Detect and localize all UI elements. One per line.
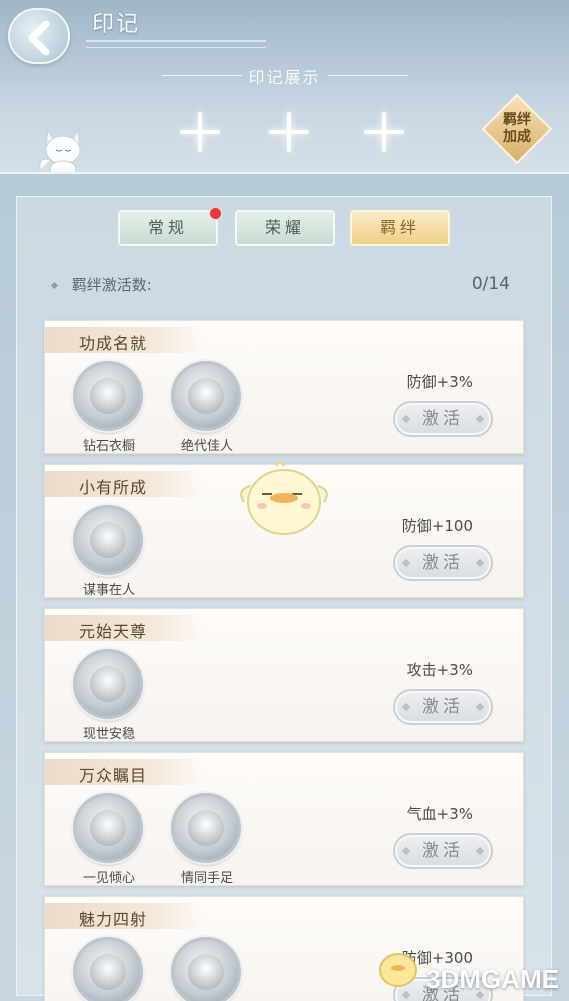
rose-badge-icon <box>171 937 241 1001</box>
card-header: 万众瞩目 <box>45 759 205 785</box>
divider-right <box>328 75 408 76</box>
bond-card-4: 万众瞩目 一见倾心 情同手足 气血+3% 激活 <box>44 752 524 886</box>
card-title: 小有所成 <box>79 478 148 497</box>
badge-name: 钻石衣橱 <box>82 439 135 454</box>
bond-stat: 气血+3% <box>406 805 473 823</box>
card-title: 魅力四射 <box>79 910 148 929</box>
badge-name: 谋事在人 <box>82 583 135 598</box>
watermark-logo: 3DMGAME <box>426 964 559 994</box>
activate-button[interactable]: 激活 <box>393 401 493 437</box>
bond-stat: 防御+100 <box>401 517 473 535</box>
badge-name: 情同手足 <box>180 871 233 886</box>
card-header: 元始天尊 <box>45 615 205 641</box>
tab-regular[interactable]: 常规 <box>118 207 222 246</box>
activation-count-row: 羁绊激活数: 0/14 <box>50 274 512 300</box>
badge-name: 一见倾心 <box>82 871 135 886</box>
display-label: 印记展示 <box>248 68 321 87</box>
strategy-badge-icon <box>73 505 143 575</box>
badge-item[interactable]: 钻石衣橱 <box>73 361 145 454</box>
wardrobe-badge-icon <box>73 361 143 431</box>
add-slot-3-button[interactable] <box>362 110 406 154</box>
back-arrow-icon <box>28 20 50 56</box>
beauty-badge-icon <box>171 361 241 431</box>
title-underline <box>86 40 266 48</box>
back-button[interactable] <box>8 8 70 64</box>
tab-bond-label: 羁绊 <box>379 218 420 237</box>
add-slot-1-button[interactable] <box>178 110 222 154</box>
badge-item[interactable]: 谋事在人 <box>73 505 145 598</box>
activation-count-label: 羁绊激活数: <box>71 276 152 294</box>
badge-item[interactable]: 绝代佳人 <box>171 361 243 454</box>
card-title: 万众瞩目 <box>79 766 148 785</box>
bond-card-1: 功成名就 钻石衣橱 绝代佳人 防御+3% 激活 <box>44 320 524 454</box>
bullet-icon <box>50 281 59 290</box>
card-title: 元始天尊 <box>79 622 148 641</box>
activate-button[interactable]: 激活 <box>393 545 493 581</box>
card-header: 魅力四射 <box>45 903 205 929</box>
badge-item[interactable] <box>171 937 243 1001</box>
card-header: 小有所成 <box>45 471 205 497</box>
chick-mascot-icon <box>240 461 328 535</box>
badge-item[interactable]: 现世安稳 <box>73 649 145 742</box>
card-title: 功成名就 <box>79 334 148 353</box>
tab-honor-label: 荣耀 <box>264 218 305 237</box>
chick-small-icon <box>379 953 417 987</box>
tab-regular-label: 常规 <box>147 218 188 237</box>
badge-item[interactable] <box>73 937 145 1001</box>
bond-bonus-label: 羁绊 加成 <box>503 112 531 145</box>
badge-name: 绝代佳人 <box>180 439 233 454</box>
page-title: 印记 <box>92 12 141 37</box>
bond-bonus-button[interactable]: 羁绊 加成 <box>481 93 553 165</box>
badge-item[interactable]: 一见倾心 <box>73 793 145 886</box>
badge-name: 现世安稳 <box>82 727 135 742</box>
notification-dot <box>209 207 222 220</box>
activate-button[interactable]: 激活 <box>393 833 493 869</box>
card-header: 功成名就 <box>45 327 205 353</box>
badge-item[interactable]: 情同手足 <box>171 793 243 886</box>
bond-card-3: 元始天尊 现世安稳 攻击+3% 激活 <box>44 608 524 742</box>
bond-stat: 防御+3% <box>406 373 473 391</box>
add-slot-2-button[interactable] <box>267 110 311 154</box>
flower-badge-icon <box>73 937 143 1001</box>
heart-badge-icon <box>73 793 143 863</box>
tab-bond[interactable]: 羁绊 <box>350 210 450 246</box>
tab-honor[interactable]: 荣耀 <box>235 210 335 246</box>
activation-count-value: 0/14 <box>471 274 510 294</box>
peace-badge-icon <box>73 649 143 719</box>
bond-stat: 攻击+3% <box>406 661 473 679</box>
activate-button[interactable]: 激活 <box>393 689 493 725</box>
fox-mascot-icon <box>39 128 81 178</box>
brotherhood-badge-icon <box>171 793 241 863</box>
